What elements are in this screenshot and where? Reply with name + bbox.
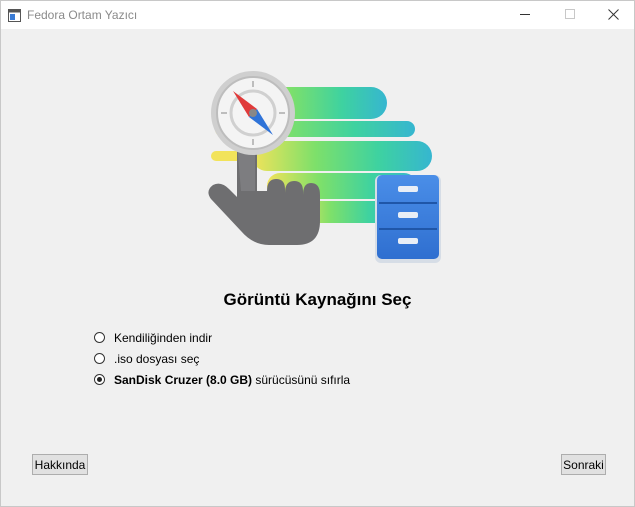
about-button[interactable]: Hakkında [32,454,88,475]
app-window-icon [8,8,21,22]
option-restore-drive[interactable]: SanDisk Cruzer (8.0 GB) sürücüsünü sıfır… [94,369,350,390]
maximize-icon [564,9,575,19]
option-label: Kendiliğinden indir [114,330,213,345]
source-selection-illustration [208,71,441,263]
option-label: .iso dosyası seç [114,351,200,366]
close-button[interactable] [591,1,635,27]
source-options: Kendiliğinden indir .iso dosyası seç San… [94,327,350,390]
close-icon [608,8,619,20]
minimize-button[interactable] [502,1,547,27]
radio-auto-download[interactable] [94,332,105,343]
compass-icon [211,71,295,155]
radio-restore-drive[interactable] [94,374,105,385]
title-bar[interactable]: Fedora Ortam Yazıcı [1,1,634,29]
option-select-iso[interactable]: .iso dosyası seç [94,348,350,369]
app-window: Fedora Ortam Yazıcı Görüntü Kaynağını Se… [0,0,635,507]
radio-select-iso[interactable] [94,353,105,364]
minimize-icon [519,14,530,15]
file-cabinet-icon [375,175,441,263]
option-label: SanDisk Cruzer (8.0 GB) sürücüsünü sıfır… [114,372,351,387]
maximize-button[interactable] [547,1,592,27]
window-title: Fedora Ortam Yazıcı [27,8,138,22]
page-title: Görüntü Kaynağını Seç [223,290,412,309]
next-button[interactable]: Sonraki [561,454,606,475]
option-auto-download[interactable]: Kendiliğinden indir [94,327,350,348]
